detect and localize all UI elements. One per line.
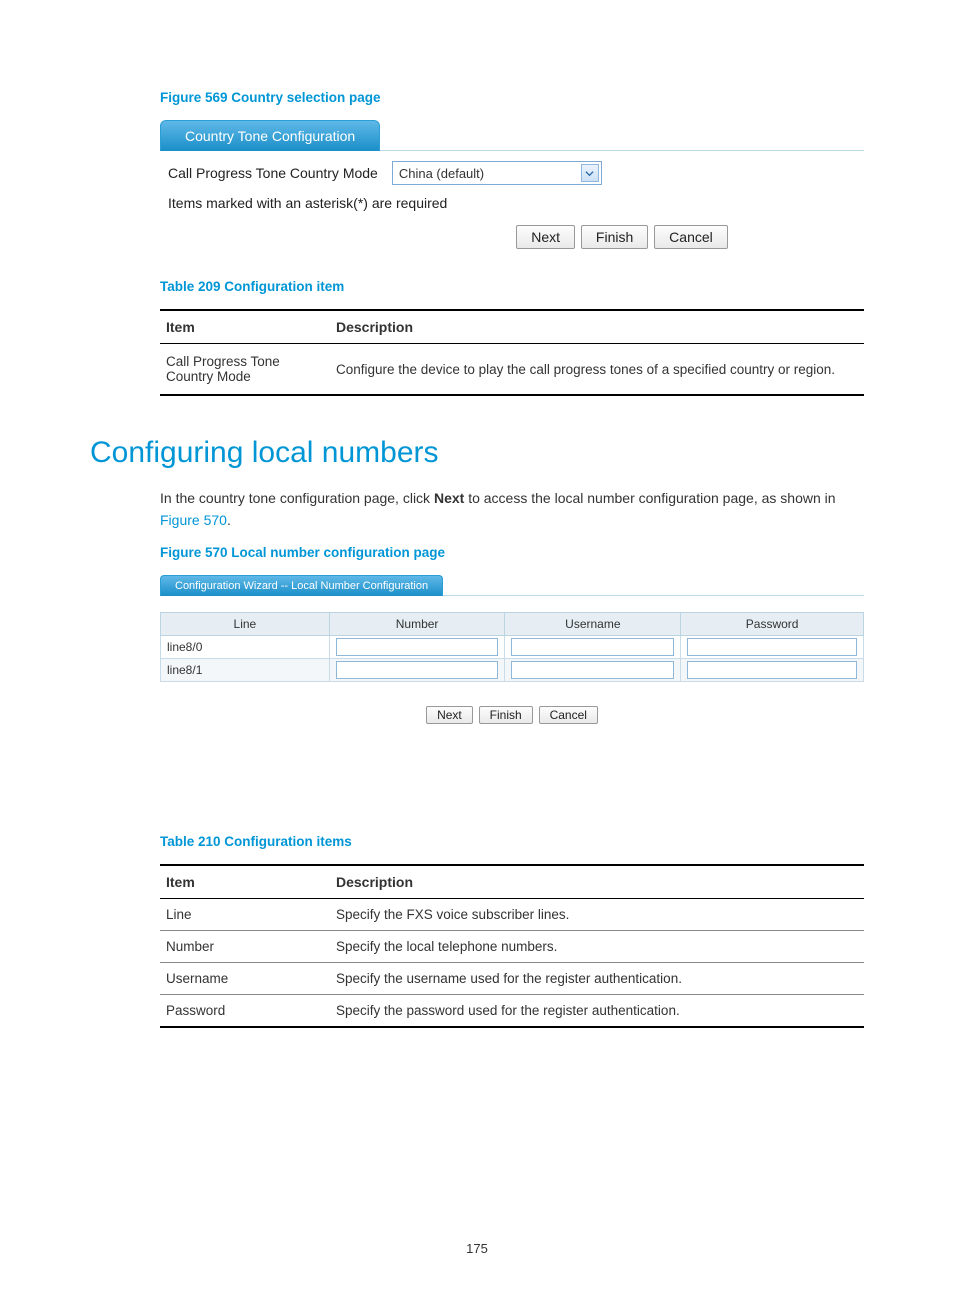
cell-line-0: line8/0 [161,636,330,659]
cancel-button[interactable]: Cancel [539,706,598,724]
table-row: line8/0 [161,636,864,659]
password-input-1[interactable] [687,661,857,679]
table-row: Number Specify the local telephone numbe… [160,931,864,963]
table-row: Call Progress Tone Country Mode Configur… [160,344,864,396]
select-value: China (default) [399,166,484,181]
cell-item: Number [160,931,330,963]
password-input-0[interactable] [687,638,857,656]
country-tone-config-panel: Country Tone Configuration Call Progress… [160,120,864,249]
username-input-0[interactable] [511,638,674,656]
finish-button[interactable]: Finish [581,225,648,249]
next-button[interactable]: Next [426,706,473,724]
th-line: Line [161,613,330,636]
cancel-button[interactable]: Cancel [654,225,728,249]
username-input-1[interactable] [511,661,674,679]
th-item: Item [160,865,330,899]
table-row: line8/1 [161,659,864,682]
cell-desc: Specify the username used for the regist… [330,963,864,995]
number-input-0[interactable] [336,638,499,656]
number-input-1[interactable] [336,661,499,679]
cell-item: Password [160,995,330,1028]
link-figure-570[interactable]: Figure 570 [160,512,227,528]
th-description: Description [330,310,864,344]
figure-570-caption: Figure 570 Local number configuration pa… [160,545,864,560]
local-number-config-panel: Configuration Wizard -- Local Number Con… [160,575,864,724]
table-row: Password Specify the password used for t… [160,995,864,1028]
table-row: Username Specify the username used for t… [160,963,864,995]
cell-desc: Configure the device to play the call pr… [330,344,864,396]
page-number: 175 [0,1241,954,1256]
tab-label: Configuration Wizard -- Local Number Con… [175,580,428,592]
required-helper-text: Items marked with an asterisk(*) are req… [160,195,864,217]
table-209: Item Description Call Progress Tone Coun… [160,309,864,396]
label-call-progress-tone: Call Progress Tone Country Mode [168,165,378,181]
th-username: Username [505,613,681,636]
th-item: Item [160,310,330,344]
table-210-caption: Table 210 Configuration items [160,834,864,849]
cell-item: Line [160,899,330,931]
next-button[interactable]: Next [516,225,575,249]
chevron-down-icon[interactable] [581,164,599,182]
table-210: Item Description Line Specify the FXS vo… [160,864,864,1028]
cell-line-1: line8/1 [161,659,330,682]
tab-country-tone[interactable]: Country Tone Configuration [160,120,380,151]
cell-desc: Specify the password used for the regist… [330,995,864,1028]
finish-button[interactable]: Finish [479,706,533,724]
tab-local-number-config[interactable]: Configuration Wizard -- Local Number Con… [160,575,443,596]
figure-569-caption: Figure 569 Country selection page [160,90,864,105]
section-heading-configuring-local-numbers: Configuring local numbers [90,436,864,470]
cell-desc: Specify the local telephone numbers. [330,931,864,963]
tab-label: Country Tone Configuration [185,128,355,144]
table-209-caption: Table 209 Configuration item [160,279,864,294]
th-description: Description [330,865,864,899]
th-password: Password [681,613,864,636]
country-mode-select[interactable]: China (default) [392,161,602,185]
th-number: Number [329,613,505,636]
table-row: Line Specify the FXS voice subscriber li… [160,899,864,931]
cell-desc: Specify the FXS voice subscriber lines. [330,899,864,931]
cell-item: Call Progress Tone Country Mode [160,344,330,396]
cell-item: Username [160,963,330,995]
section-paragraph: In the country tone configuration page, … [160,488,864,531]
local-number-grid: Line Number Username Password line8/0 li… [160,612,864,682]
